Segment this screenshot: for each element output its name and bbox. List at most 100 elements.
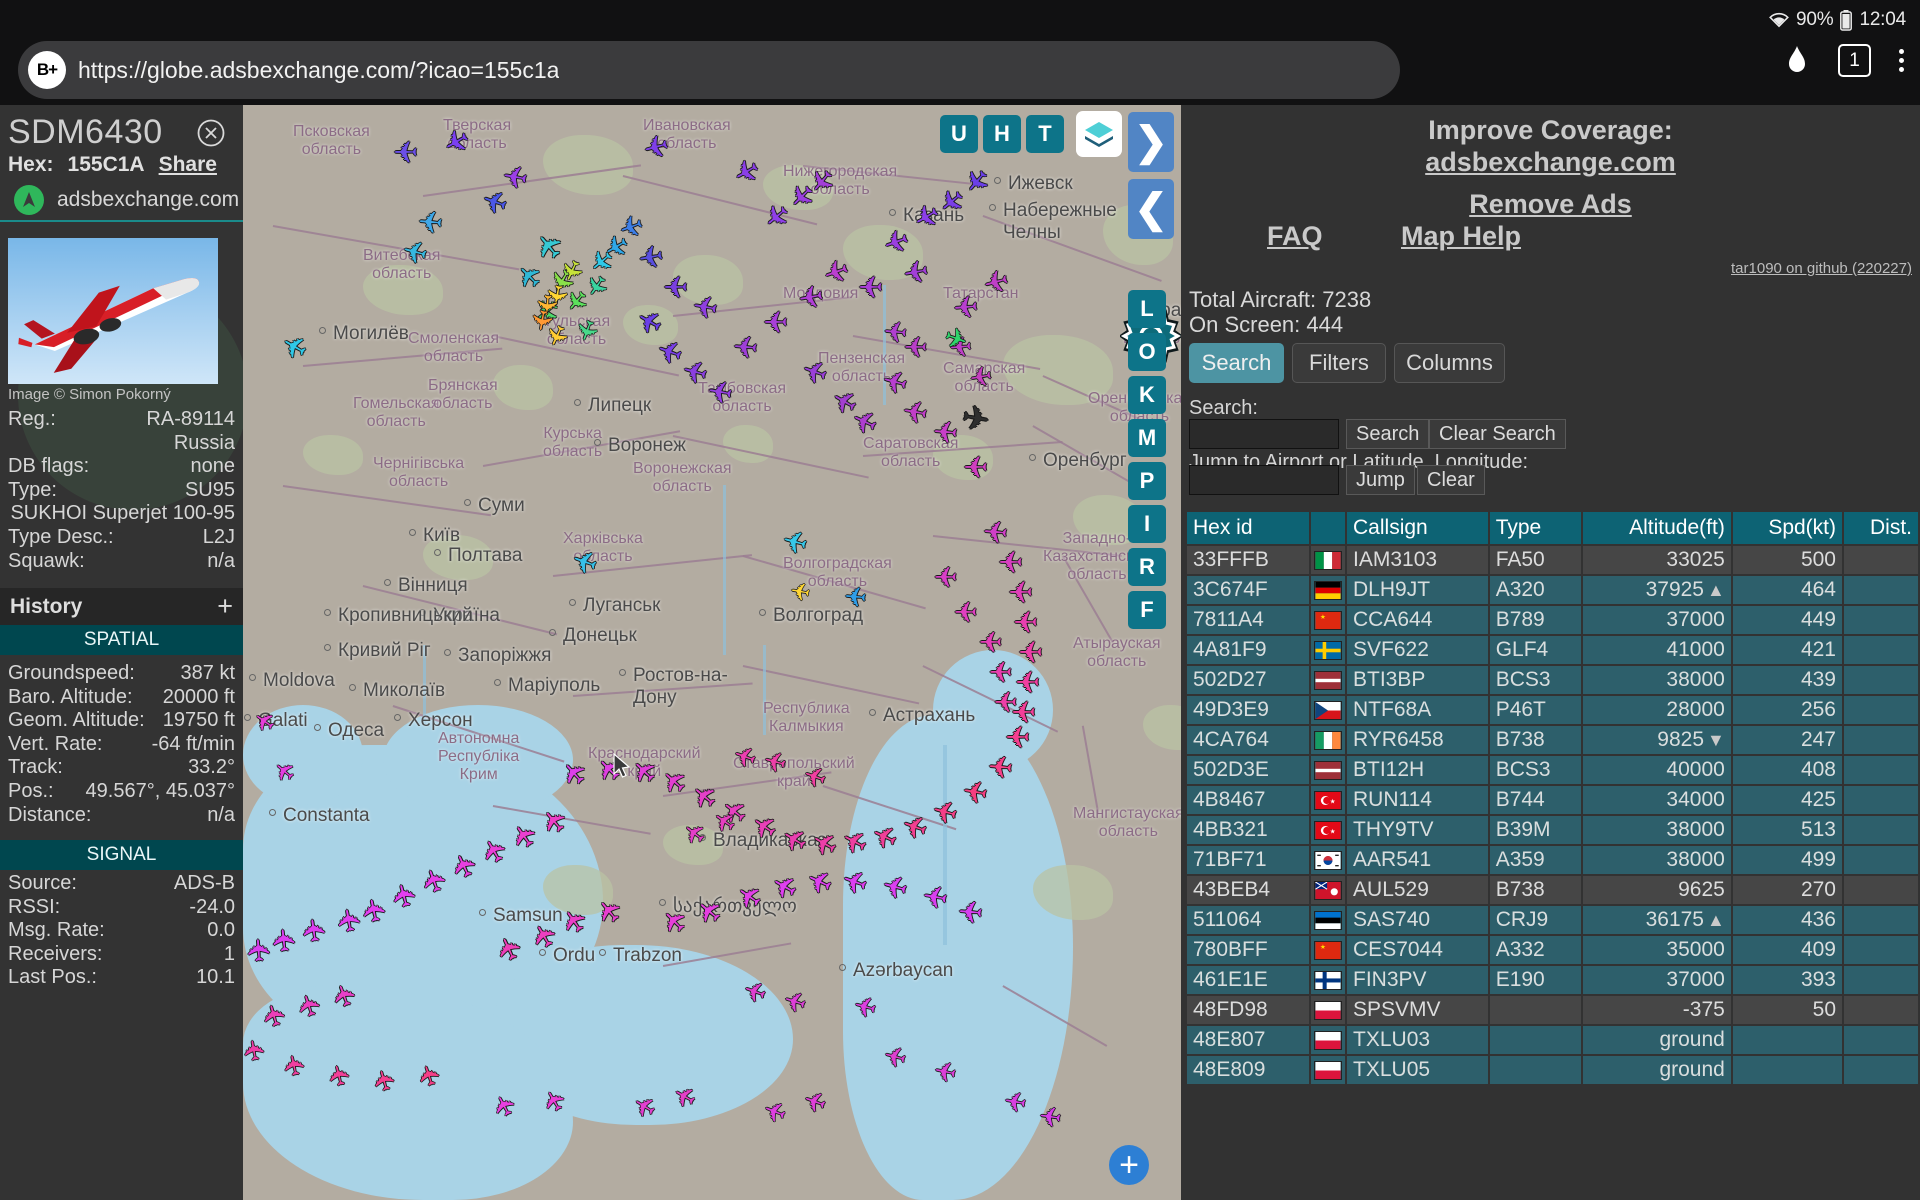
layers-icon[interactable]	[1076, 111, 1122, 157]
table-row[interactable]: 502D27 BTI3BP BCS3 38000 439	[1187, 666, 1918, 694]
map-city-label: Кривий Ріг	[338, 640, 431, 661]
tab-search[interactable]: Search	[1189, 343, 1284, 383]
table-row[interactable]: 4BB321 ★ THY9TV B39M 38000 513	[1187, 816, 1918, 844]
map-city-label: Moldova	[263, 670, 335, 691]
zoom-in-button[interactable]: +	[1109, 1145, 1149, 1185]
map-region-label: Пензенская область	[818, 350, 906, 385]
aircraft-table[interactable]: Hex id Callsign Type Altitude(ft) Spd(kt) Dis…	[1185, 510, 1920, 1086]
cell-speed: 408	[1732, 756, 1842, 784]
table-header-spd-kt-[interactable]: Spd(kt)	[1732, 512, 1842, 544]
search-button[interactable]: Search	[1346, 419, 1430, 449]
table-header-row[interactable]: Hex id Callsign Type Altitude(ft) Spd(kt) Dis…	[1187, 512, 1918, 544]
history-section-header[interactable]: History +	[0, 588, 243, 625]
cell-callsign: RUN114	[1347, 786, 1488, 814]
field-position: Pos.: 49.567°, 45.037°	[8, 779, 235, 802]
table-row[interactable]: 3C674F DLH9JTA32037925464	[1187, 576, 1918, 604]
table-row[interactable]: 7811A4 ★ CCA644 B789 37000 449	[1187, 606, 1918, 634]
map-button-k[interactable]: K	[1128, 376, 1166, 414]
cell-speed: 421	[1732, 636, 1842, 664]
search-input[interactable]	[1189, 419, 1339, 449]
tab-counter-icon[interactable]: 1	[1838, 44, 1871, 77]
map-city-dot	[659, 899, 666, 906]
table-body[interactable]: 33FFFB IAM3103 FA50 33025 500 3C674F DLH9JT A32…	[1187, 546, 1918, 1084]
close-icon[interactable]	[197, 119, 225, 147]
field-baro-altitude: Baro. Altitude: 20000 ft	[8, 685, 235, 708]
table-header-callsign[interactable]: Callsign	[1347, 512, 1488, 544]
chevron-left-icon[interactable]: ❮	[1128, 179, 1174, 239]
remove-ads-link[interactable]: Remove Ads	[1181, 189, 1920, 220]
map-button-u[interactable]: U	[940, 115, 978, 153]
map-city-label: Суми	[478, 495, 525, 516]
brave-rewards-badge[interactable]: B+	[28, 51, 66, 89]
faq-link[interactable]: FAQ	[1267, 221, 1323, 252]
table-header-altitude-ft-[interactable]: Altitude(ft)	[1583, 512, 1731, 544]
table-header-dist-[interactable]: Dist.	[1844, 512, 1918, 544]
table-row[interactable]: 43BEB4 AUL529 B738 9625 270	[1187, 876, 1918, 904]
jump-input[interactable]	[1189, 465, 1339, 495]
table-row[interactable]: 461E1E FIN3PV E190 37000 393	[1187, 966, 1918, 994]
github-link[interactable]: tar1090 on github (220227)	[1731, 260, 1912, 277]
cell-speed: 50	[1732, 996, 1842, 1024]
share-link[interactable]: Share	[159, 153, 217, 177]
map-button-r[interactable]: R	[1128, 548, 1166, 586]
table-row[interactable]: 71BF71 AAR541 A359 38000 499	[1187, 846, 1918, 874]
map-button-i[interactable]: I	[1128, 505, 1166, 543]
overflow-menu-icon[interactable]	[1899, 49, 1904, 72]
site-row[interactable]: adsbexchange.com	[14, 185, 239, 215]
history-expand-icon[interactable]: +	[217, 593, 233, 620]
aircraft-callsign: SDM6430	[8, 113, 163, 151]
url-bar[interactable]: B+ https://globe.adsbexchange.com/?icao=…	[18, 41, 1400, 99]
map-city-dot	[989, 204, 996, 211]
chevron-right-icon[interactable]: ❯	[1128, 112, 1174, 172]
cell-altitude: 38000	[1583, 666, 1731, 694]
table-header-hex-id[interactable]: Hex id	[1187, 512, 1310, 544]
map-region-label: Тульская область	[543, 313, 611, 348]
field-typedesc: Type Desc.: L2J	[8, 525, 235, 548]
tab-filters[interactable]: Filters	[1292, 343, 1386, 383]
table-row[interactable]: 4CA764 RYR6458B7389825247	[1187, 726, 1918, 754]
table-row[interactable]: 502D3E BTI12H BCS3 40000 408	[1187, 756, 1918, 784]
field-reg: Reg.: RA-89114	[8, 408, 235, 430]
hex-label: Hex:	[8, 153, 54, 176]
map-button-t[interactable]: T	[1026, 115, 1064, 153]
table-row[interactable]: 33FFFB IAM3103 FA50 33025 500	[1187, 546, 1918, 574]
table-row[interactable]: 4B8467 ★ RUN114 B744 34000 425	[1187, 786, 1918, 814]
map-button-h[interactable]: H	[983, 115, 1021, 153]
table-row[interactable]: 48E809 TXLU05 ground	[1187, 1056, 1918, 1084]
table-row[interactable]: 780BFF ★ CES7044 A332 35000 409	[1187, 936, 1918, 964]
map-canvas[interactable]: Псковская область Тверская область Ивановска…	[243, 105, 1181, 1200]
cell-distance	[1844, 996, 1918, 1024]
clear-search-button[interactable]: Clear Search	[1429, 419, 1566, 449]
table-header-type[interactable]: Type	[1489, 512, 1582, 544]
jump-button[interactable]: Jump	[1346, 465, 1415, 495]
improve-coverage-link[interactable]: adsbexchange.com	[1181, 147, 1920, 178]
tab-columns[interactable]: Columns	[1394, 343, 1505, 383]
map-button-f[interactable]: F	[1128, 591, 1166, 629]
brave-shield-icon[interactable]	[1784, 45, 1810, 77]
table-row[interactable]: 4A81F9 SVF622 GLF4 41000 421	[1187, 636, 1918, 664]
table-row[interactable]: 511064 SAS740CRJ936175436	[1187, 906, 1918, 934]
clear-jump-button[interactable]: Clear	[1417, 465, 1485, 495]
url-text[interactable]: https://globe.adsbexchange.com/?icao=155…	[78, 57, 559, 84]
table-row[interactable]: 49D3E9 NTF68A P46T 28000 256	[1187, 696, 1918, 724]
map-button-p[interactable]: P	[1128, 462, 1166, 500]
map-city-label: Одеса	[328, 720, 385, 741]
table-row[interactable]: 48E807 TXLU03 ground	[1187, 1026, 1918, 1054]
svg-text:★: ★	[1320, 614, 1326, 621]
table-header-flag[interactable]	[1311, 512, 1346, 544]
cell-altitude: 38000	[1583, 846, 1731, 874]
cell-callsign: AAR541	[1347, 846, 1488, 874]
map-button-l[interactable]: L	[1128, 290, 1166, 328]
country-flag-icon	[1311, 906, 1346, 934]
table-row[interactable]: 48FD98 SPSVMV -375 50	[1187, 996, 1918, 1024]
cell-altitude: 41000	[1583, 636, 1731, 664]
battery-percent: 90%	[1796, 9, 1834, 30]
cell-type: A332	[1489, 936, 1582, 964]
signal-section-header: SIGNAL	[0, 840, 243, 870]
map-city-label: Владикавказ	[713, 830, 827, 851]
map-button-o[interactable]: O	[1128, 333, 1166, 371]
map-help-link[interactable]: Map Help	[1401, 221, 1521, 252]
map-city-label: Липецк	[588, 395, 652, 416]
map-button-m[interactable]: M	[1128, 419, 1166, 457]
cell-callsign: TXLU03	[1347, 1026, 1488, 1054]
